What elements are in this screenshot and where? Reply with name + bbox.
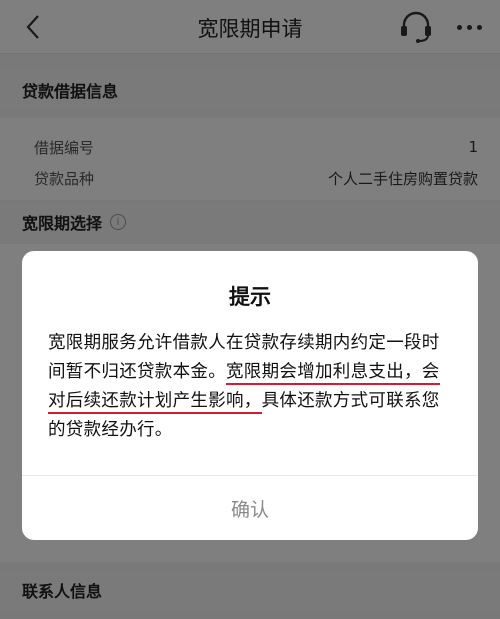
confirm-button[interactable]: 确认 xyxy=(231,495,269,522)
dialog-title: 提示 xyxy=(229,285,271,309)
dialog-footer: 确认 xyxy=(22,475,478,540)
dialog-message: 宽限期服务允许借款人在贷款存续期内约定一段时间暂不归还贷款本金。宽限期会增加利息… xyxy=(48,329,454,445)
alert-dialog: 提示 宽限期服务允许借款人在贷款存续期内约定一段时间暂不归还贷款本金。宽限期会增… xyxy=(22,251,478,540)
